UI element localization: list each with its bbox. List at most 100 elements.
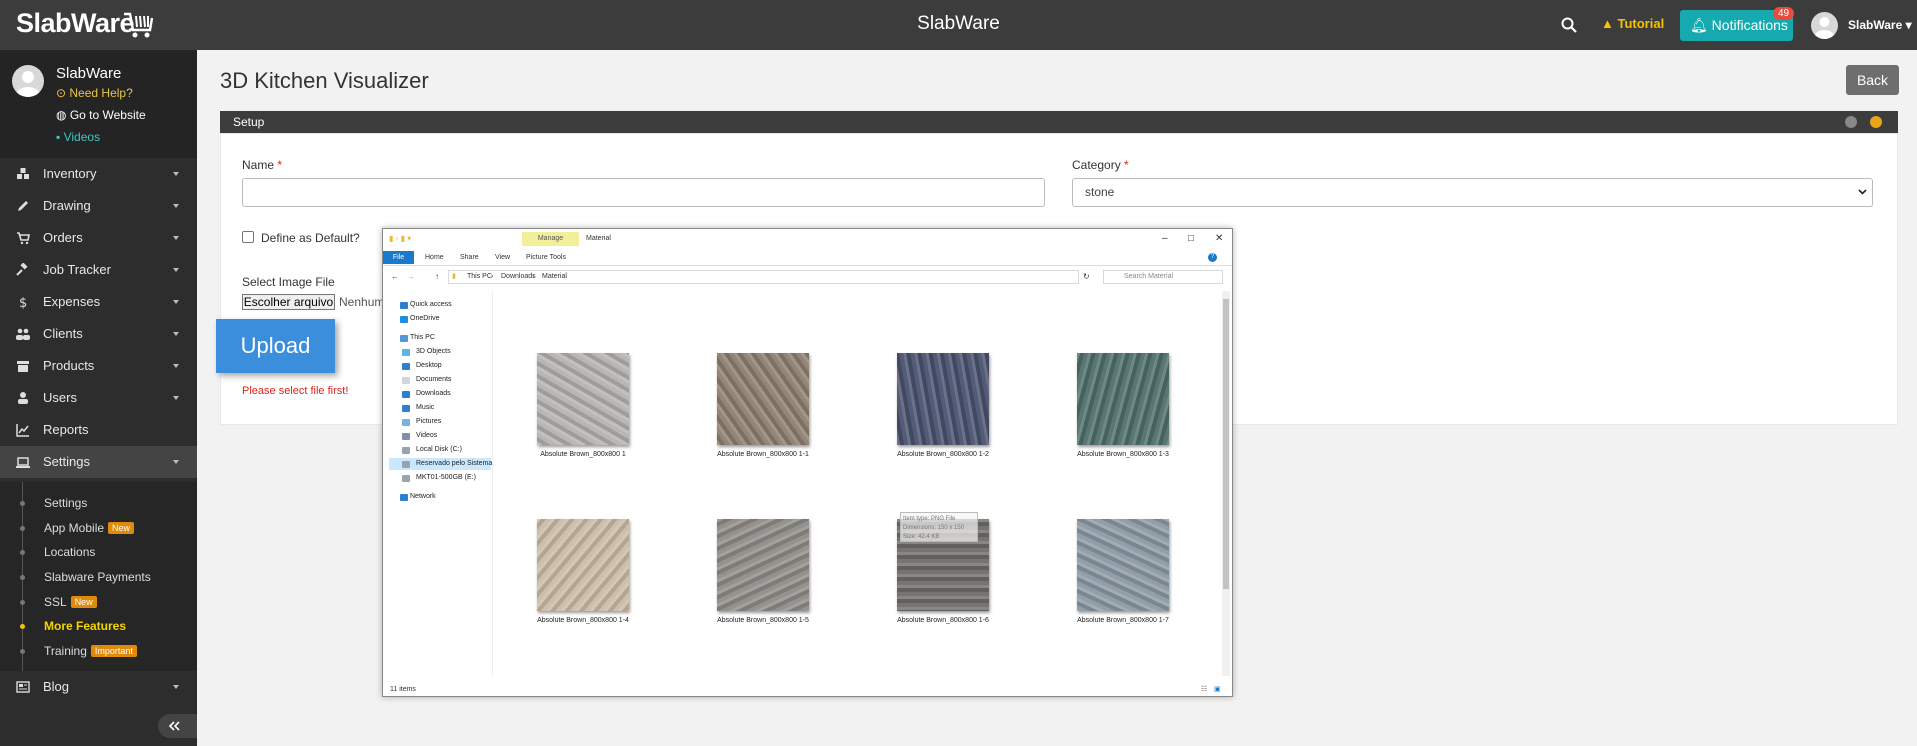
status-bar: 11 items xyxy=(390,686,416,693)
go-to-website-link[interactable]: ◍ Go to Website xyxy=(56,108,146,122)
tree-item-reservado[interactable]: Reservado pelo Sistema xyxy=(416,460,492,467)
explorer-search-input[interactable]: Search Material xyxy=(1103,270,1223,284)
sidebar-item-job-tracker[interactable]: Job Tracker xyxy=(0,254,197,286)
details-view-icon[interactable]: ☷ xyxy=(1201,685,1207,693)
close-window-icon[interactable]: ✕ xyxy=(1215,233,1223,244)
ribbon-tab-home[interactable]: Home xyxy=(425,251,444,264)
tree-item-this-pc[interactable]: This PC xyxy=(410,334,435,341)
name-label: Name * xyxy=(242,158,283,172)
help-icon[interactable]: ? xyxy=(1208,253,1217,262)
refresh-icon[interactable]: ↻ xyxy=(1083,272,1090,281)
navigation-tree: Quick access OneDrive This PC 3D Objects… xyxy=(383,291,493,676)
ribbon-tab-share[interactable]: Share xyxy=(460,251,479,264)
user-menu[interactable]: SlabWare ▾ xyxy=(1848,18,1912,32)
file-thumbnail[interactable] xyxy=(1077,353,1169,445)
tree-item-quick-access[interactable]: Quick access xyxy=(410,301,452,308)
ribbon-tab-picture-tools[interactable]: Picture Tools xyxy=(526,251,566,264)
up-arrow-icon[interactable]: ↑ xyxy=(435,272,439,281)
page-title: 3D Kitchen Visualizer xyxy=(220,68,429,93)
sidebar-item-drawing[interactable]: Drawing xyxy=(0,190,197,222)
tree-item-documents[interactable]: Documents xyxy=(416,376,451,383)
submenu-item-locations[interactable]: Locations xyxy=(44,545,95,559)
important-badge: Important xyxy=(90,645,137,657)
file-name: Absolute Brown_800x800 1-2 xyxy=(897,451,989,458)
address-bar[interactable]: ▮ This PC › Downloads › Material xyxy=(448,270,1079,284)
gavel-icon xyxy=(16,263,28,276)
name-input[interactable] xyxy=(242,178,1045,207)
submenu-item-app-mobile[interactable]: App Mobile New xyxy=(44,521,135,535)
sidebar-item-blog[interactable]: Blog xyxy=(0,671,197,703)
maximize-window-icon[interactable]: □ xyxy=(1188,233,1194,244)
tree-item-local-disk[interactable]: Local Disk (C:) xyxy=(416,446,462,453)
sidebar-item-clients[interactable]: Clients xyxy=(0,318,197,350)
tree-item-downloads[interactable]: Downloads xyxy=(416,390,451,397)
download-icon xyxy=(402,391,410,398)
file-name: Absolute Brown_800x800 1-4 xyxy=(537,617,629,624)
search-icon[interactable] xyxy=(1560,16,1578,34)
sidebar-item-users[interactable]: Users xyxy=(0,382,197,414)
file-thumbnail[interactable] xyxy=(537,519,629,611)
submenu-item-more-features[interactable]: More Features xyxy=(44,619,126,633)
tree-item-pictures[interactable]: Pictures xyxy=(416,418,441,425)
thumbnail-view-icon[interactable]: ▣ xyxy=(1214,685,1221,693)
tutorial-link[interactable]: ▲ Tutorial xyxy=(1601,16,1664,31)
dollar-icon: $ xyxy=(19,296,27,309)
submenu-item-training[interactable]: Training Important xyxy=(44,644,137,658)
tree-item-music[interactable]: Music xyxy=(416,404,434,411)
new-badge: New xyxy=(108,522,135,534)
breadcrumb-downloads[interactable]: Downloads xyxy=(501,273,536,280)
tree-item-videos[interactable]: Videos xyxy=(416,432,437,439)
file-name: Absolute Brown_800x800 1-7 xyxy=(1077,617,1169,624)
chevron-down-icon xyxy=(1858,189,1867,195)
file-thumbnail[interactable] xyxy=(537,353,629,445)
question-icon: ⊙ xyxy=(56,86,70,100)
sidebar-item-orders[interactable]: Orders xyxy=(0,222,197,254)
tree-item-desktop[interactable]: Desktop xyxy=(416,362,442,369)
breadcrumb-material[interactable]: Material xyxy=(542,273,567,280)
tree-item-onedrive[interactable]: OneDrive xyxy=(410,315,440,322)
tree-item-network[interactable]: Network xyxy=(410,493,436,500)
desktop-icon xyxy=(402,363,410,370)
file-name: Absolute Brown_800x800 1-6 xyxy=(897,617,989,624)
sidebar-item-products[interactable]: Products xyxy=(0,350,197,382)
tree-item-3d-objects[interactable]: 3D Objects xyxy=(416,348,451,355)
scrollbar-thumb[interactable] xyxy=(1223,299,1229,589)
user-icon xyxy=(18,392,28,404)
folder-icon: ▮ xyxy=(452,273,456,280)
expand-icon[interactable] xyxy=(1845,116,1857,128)
forward-arrow-icon[interactable]: → xyxy=(407,272,415,281)
sidebar-item-expenses[interactable]: $ Expenses xyxy=(0,286,197,318)
user-avatar[interactable] xyxy=(1811,12,1838,39)
laptop-icon xyxy=(16,457,30,468)
category-select[interactable]: stone xyxy=(1072,178,1873,207)
file-thumbnail[interactable] xyxy=(717,353,809,445)
submenu-item-slabware-payments[interactable]: Slabware Payments xyxy=(44,570,151,584)
breadcrumb-this-pc[interactable]: This PC xyxy=(467,273,492,280)
manage-tab[interactable]: Manage xyxy=(522,232,579,246)
sidebar-item-inventory[interactable]: Inventory xyxy=(0,158,197,190)
videos-link[interactable]: ▪ Videos xyxy=(56,130,100,144)
music-icon xyxy=(402,405,410,412)
file-thumbnail[interactable] xyxy=(717,519,809,611)
default-checkbox[interactable] xyxy=(242,231,254,243)
submenu-item-ssl[interactable]: SSL New xyxy=(44,595,97,609)
minimize-icon[interactable] xyxy=(1870,116,1882,128)
no-file-text: Nenhum xyxy=(339,295,385,309)
choose-file-button[interactable]: Escolher arquivo xyxy=(242,294,335,310)
documents-icon xyxy=(402,377,410,384)
ribbon-tab-view[interactable]: View xyxy=(495,251,510,264)
back-button[interactable]: Back xyxy=(1846,65,1899,95)
file-thumbnail[interactable] xyxy=(1077,519,1169,611)
minimize-window-icon[interactable]: – xyxy=(1162,233,1168,244)
ribbon-tab-file[interactable]: File xyxy=(383,251,414,264)
back-arrow-icon[interactable]: ← xyxy=(391,272,399,281)
file-thumbnail[interactable] xyxy=(897,353,989,445)
tree-item-mkt01[interactable]: MKT01-500GB (E:) xyxy=(416,474,476,481)
collapse-sidebar-button[interactable] xyxy=(158,714,197,738)
sidebar-item-reports[interactable]: Reports xyxy=(0,414,197,446)
upload-button[interactable]: Upload xyxy=(216,319,335,373)
svg-text:$: $ xyxy=(19,296,27,309)
sidebar-item-settings[interactable]: Settings xyxy=(0,446,197,478)
submenu-item-settings[interactable]: Settings xyxy=(44,496,87,510)
need-help-link[interactable]: ⊙ Need Help? xyxy=(56,86,133,100)
